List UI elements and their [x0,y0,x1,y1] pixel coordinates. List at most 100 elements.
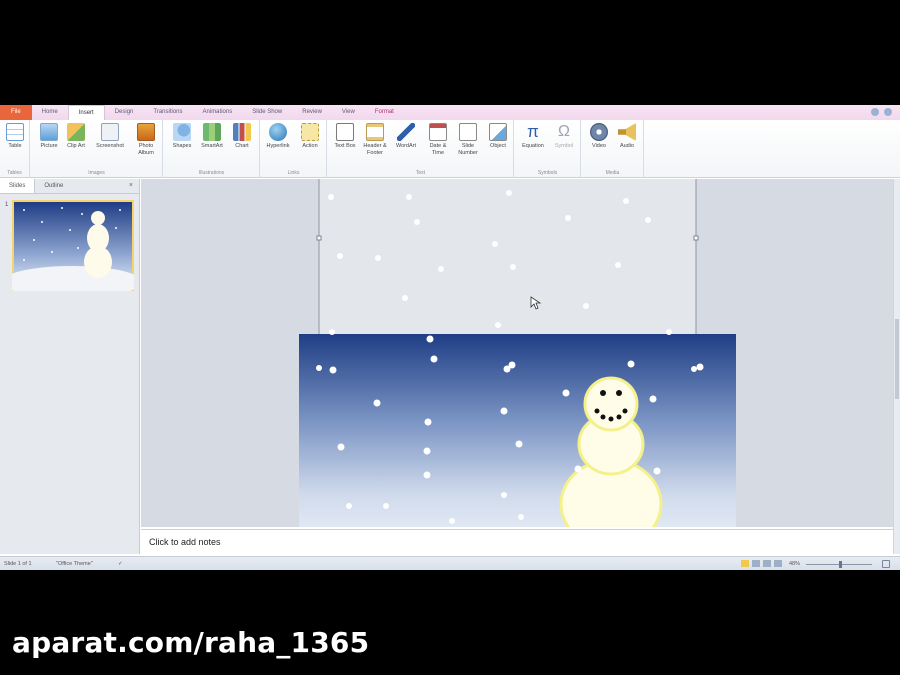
equation-label: Equation [522,143,544,149]
video-frame: File Home Insert Design Transitions Anim… [0,0,900,675]
ribbon-controls [871,108,892,116]
tab-transitions[interactable]: Transitions [143,105,192,120]
chart-label: Chart [235,143,249,149]
normal-view-icon[interactable] [741,560,749,567]
slide-show-view-icon[interactable] [774,560,782,567]
slide-number-icon [459,123,477,141]
tab-animations[interactable]: Animations [193,105,243,120]
photo-album-button[interactable]: Photo Album [131,123,161,157]
tab-insert[interactable]: Insert [67,105,105,120]
group-label-media: Media [605,170,620,176]
wordart-button[interactable]: WordArt [391,123,421,150]
group-links: Hyperlink Action Links [261,120,327,178]
spellcheck-icon[interactable]: ✓ [118,561,123,567]
picture-label: Picture [40,143,58,149]
theme-name: "Office Theme" [56,561,93,567]
picture-icon [40,123,58,141]
picture-button[interactable]: Picture [34,123,64,150]
action-button[interactable]: Action [295,123,325,150]
ribbon-tab-bar: File Home Insert Design Transitions Anim… [0,105,900,120]
slide-edit-area[interactable] [141,179,893,527]
tab-home[interactable]: Home [32,105,68,120]
powerpoint-window: File Home Insert Design Transitions Anim… [0,105,900,570]
slide-number-button[interactable]: Slide Number [453,123,483,157]
close-panel-icon[interactable]: × [129,182,133,189]
wordart-icon [397,123,415,141]
zoom-level[interactable]: 48% [789,561,800,567]
smartart-icon [203,123,221,141]
tab-file[interactable]: File [0,105,32,120]
slide[interactable] [299,334,736,527]
zoom-slider-knob[interactable] [839,561,842,568]
slide-counter: Slide 1 of 1 [4,561,32,567]
slide-thumbnail[interactable] [12,200,134,291]
group-media: Video Audio Media [582,120,644,178]
shapes-label: Shapes [172,143,192,149]
clip-art-button[interactable]: Clip Art [61,123,91,150]
header-footer-button[interactable]: Header & Footer [360,123,390,157]
view-buttons [741,560,782,567]
group-label-text: Text [415,170,426,176]
date-time-label: Date & Time [429,143,447,156]
group-label-images: Images [88,170,105,176]
slide-number-label: Slide Number [458,143,478,156]
notes-pane[interactable]: Click to add notes [141,529,893,555]
hyperlink-button[interactable]: Hyperlink [263,123,293,150]
tab-slides[interactable]: Slides [0,179,36,193]
clip-art-icon [67,123,85,141]
tab-format[interactable]: Format [365,105,404,120]
text-box-icon [336,123,354,141]
group-label-symbols: Symbols [537,170,558,176]
tab-review[interactable]: Review [292,105,332,120]
object-icon [489,123,507,141]
omega-icon: Ω [558,123,570,140]
resize-handle-right[interactable] [693,235,699,241]
symbol-label: Symbol [554,143,574,149]
symbol-button[interactable]: Ω Symbol [549,123,579,150]
calendar-icon [429,123,447,141]
tab-outline[interactable]: Outline [35,179,72,193]
watermark: aparat.com/raha_1365 [12,626,370,659]
slide-sorter-view-icon[interactable] [752,560,760,567]
scrollbar-thumb[interactable] [895,319,899,399]
text-box-label: Text Box [334,143,356,149]
film-reel-icon [590,123,608,141]
screenshot-button[interactable]: Screenshot [95,123,125,150]
object-button[interactable]: Object [483,123,513,150]
pi-icon: π [527,122,539,141]
group-symbols: π Equation Ω Symbol Symbols [515,120,581,178]
minimize-ribbon-icon[interactable] [871,108,879,116]
shapes-button[interactable]: Shapes [167,123,197,150]
tab-design[interactable]: Design [105,105,144,120]
text-box-button[interactable]: Text Box [330,123,360,150]
group-tables: Table Tables [0,120,30,178]
audio-label: Audio [619,143,635,149]
table-icon [6,123,24,141]
resize-handle-left[interactable] [316,235,322,241]
slide-canvas[interactable] [141,179,893,527]
smartart-label: SmartArt [201,143,223,149]
action-label: Action [302,143,318,149]
vertical-scrollbar[interactable] [893,179,900,554]
chart-icon [233,123,251,141]
screenshot-icon [101,123,119,141]
reading-view-icon[interactable] [763,560,771,567]
tab-slide-show[interactable]: Slide Show [242,105,292,120]
header-footer-label: Header & Footer [363,143,387,156]
screenshot-label: Screenshot [96,143,124,149]
chart-button[interactable]: Chart [227,123,257,150]
date-time-button[interactable]: Date & Time [423,123,453,157]
equation-button[interactable]: π Equation [518,123,548,150]
help-icon[interactable] [884,108,892,116]
shapes-icon [173,123,191,141]
slide-thumbnail-number: 1 [5,202,9,208]
smartart-button[interactable]: SmartArt [197,123,227,150]
object-label: Object [490,143,506,149]
audio-button[interactable]: Audio [612,123,642,150]
photo-album-icon [137,123,155,141]
video-label: Video [592,143,606,149]
table-button[interactable]: Table [0,123,30,150]
fit-to-window-icon[interactable] [882,560,890,568]
tab-view[interactable]: View [332,105,365,120]
video-button[interactable]: Video [584,123,614,150]
